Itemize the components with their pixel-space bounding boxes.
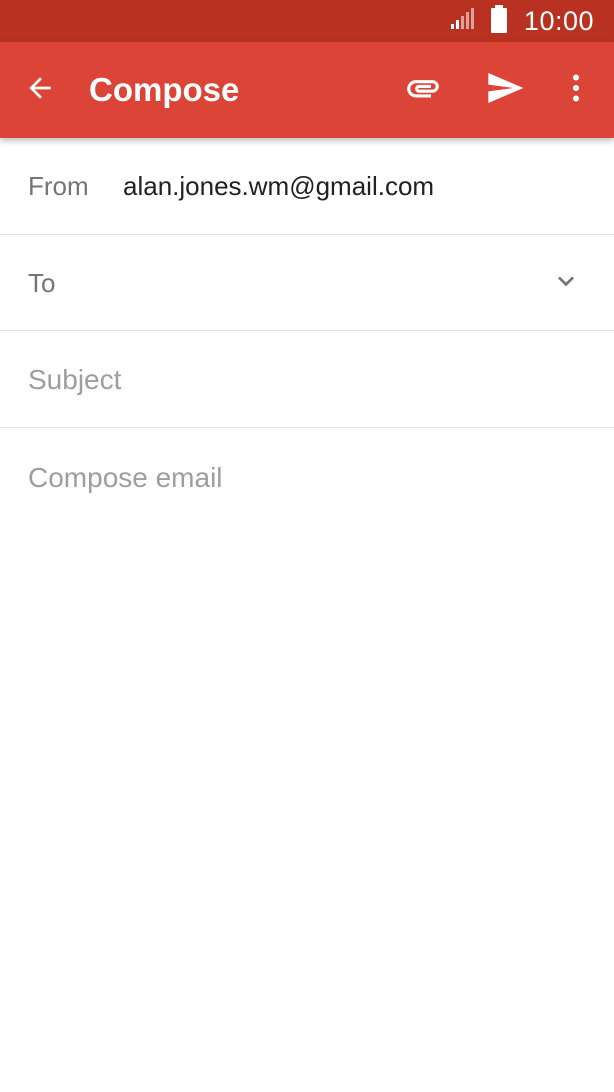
- compose-body-field[interactable]: [28, 456, 588, 1056]
- from-label: From: [28, 171, 89, 201]
- to-label: To: [28, 268, 56, 298]
- page-title: Compose: [89, 71, 240, 108]
- attach-button[interactable]: [399, 66, 447, 114]
- battery-icon: [490, 4, 508, 38]
- app-bar: Compose: [0, 42, 614, 138]
- attach-icon: [404, 69, 442, 112]
- status-bar: 10:00: [0, 0, 614, 42]
- from-row[interactable]: From alan.jones.wm@gmail.com: [0, 138, 614, 235]
- back-button[interactable]: [16, 66, 64, 114]
- send-button[interactable]: [481, 66, 529, 114]
- subject-row: [0, 331, 614, 428]
- expand-recipients-button[interactable]: [542, 259, 590, 307]
- back-arrow-icon: [24, 72, 56, 109]
- status-time: 10:00: [523, 5, 594, 36]
- send-icon: [485, 68, 525, 113]
- more-vert-icon: [558, 70, 594, 111]
- more-options-button[interactable]: [552, 66, 600, 114]
- signal-icon: [450, 7, 474, 36]
- to-field[interactable]: [120, 259, 524, 309]
- to-row: To: [0, 235, 614, 331]
- subject-field[interactable]: [28, 355, 588, 405]
- status-icons: 10:00: [450, 0, 594, 42]
- from-account[interactable]: alan.jones.wm@gmail.com: [123, 138, 434, 234]
- chevron-down-icon: [550, 265, 582, 302]
